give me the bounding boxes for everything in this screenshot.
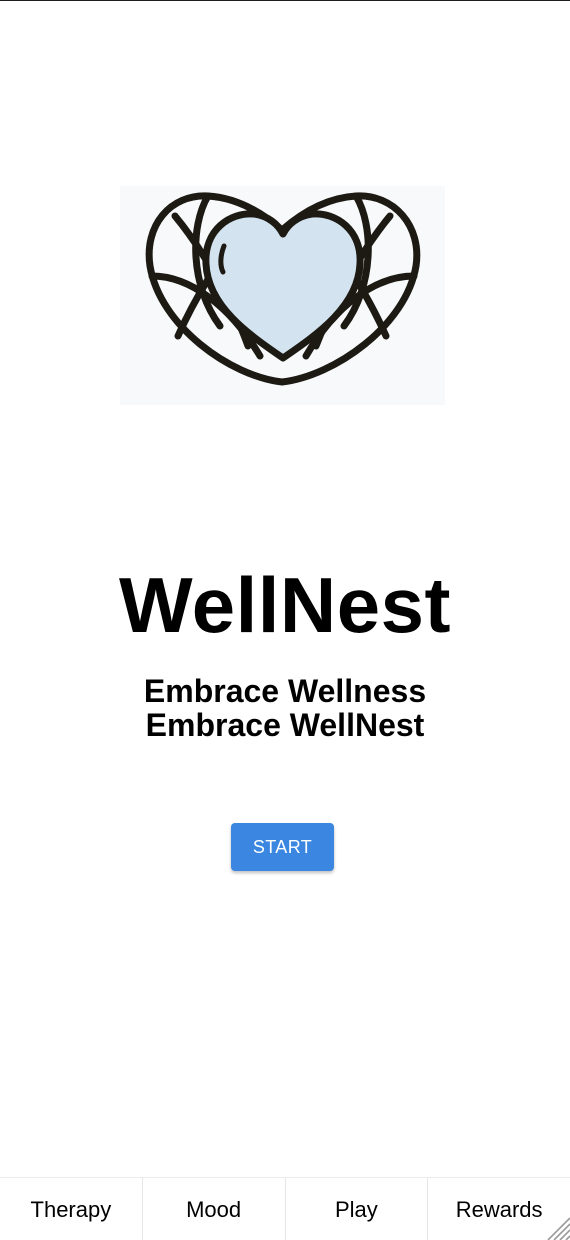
nav-item-mood[interactable]: Mood <box>143 1178 286 1240</box>
resize-grip-icon[interactable] <box>542 1212 570 1240</box>
nav-item-therapy[interactable]: Therapy <box>0 1178 143 1240</box>
heart-nest-logo-icon <box>145 192 421 386</box>
app-title: WellNest <box>119 561 451 649</box>
tagline-line-2: Embrace WellNest <box>145 707 425 743</box>
tagline: Embrace Wellness Embrace WellNest <box>0 674 570 742</box>
start-button[interactable]: START <box>231 823 334 871</box>
top-divider <box>0 0 570 1</box>
bottom-nav: Therapy Mood Play Rewards <box>0 1177 570 1240</box>
tagline-line-1: Embrace Wellness <box>143 673 427 709</box>
nav-item-play[interactable]: Play <box>286 1178 429 1240</box>
app-logo <box>120 186 445 405</box>
home-screen: WellNest Embrace Wellness Embrace WellNe… <box>0 0 570 1240</box>
